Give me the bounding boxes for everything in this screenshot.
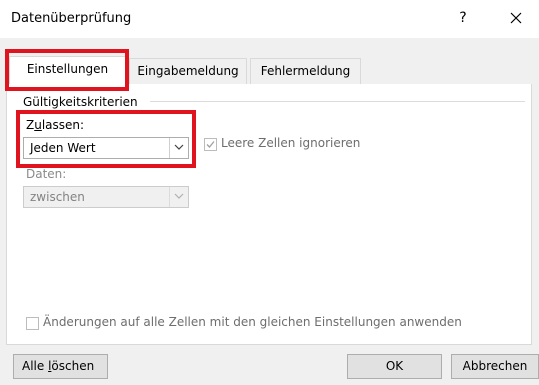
daten-select-value: zwischen <box>30 190 85 204</box>
aenderungen-checkbox[interactable] <box>26 317 39 330</box>
highlight-tab-einstellungen <box>5 49 129 91</box>
chevron-down-icon <box>169 187 188 207</box>
close-icon[interactable] <box>502 4 530 32</box>
window-title: Datenüberprüfung <box>11 11 132 26</box>
clear-all-button[interactable]: Alle löschen <box>13 354 108 379</box>
checkmark-icon <box>206 141 215 148</box>
daten-select: zwischen <box>23 186 189 208</box>
leere-zellen-checkbox[interactable] <box>204 138 217 151</box>
group-divider <box>150 101 525 102</box>
aenderungen-label: Änderungen auf alle Zellen mit den gleic… <box>43 315 462 329</box>
tab-fehlermeldung[interactable]: Fehlermeldung <box>250 58 361 84</box>
highlight-zulassen <box>16 110 196 168</box>
ok-button[interactable]: OK <box>347 354 442 379</box>
cancel-button[interactable]: Abbrechen <box>451 354 539 379</box>
tab-eingabemeldung[interactable]: Eingabemeldung <box>129 58 247 84</box>
help-icon[interactable]: ? <box>451 5 475 31</box>
group-label-gueltigkeitskriterien: Gültigkeitskriterien <box>23 95 138 109</box>
leere-zellen-label: Leere Zellen ignorieren <box>221 136 361 150</box>
daten-label: Daten: <box>26 167 67 181</box>
